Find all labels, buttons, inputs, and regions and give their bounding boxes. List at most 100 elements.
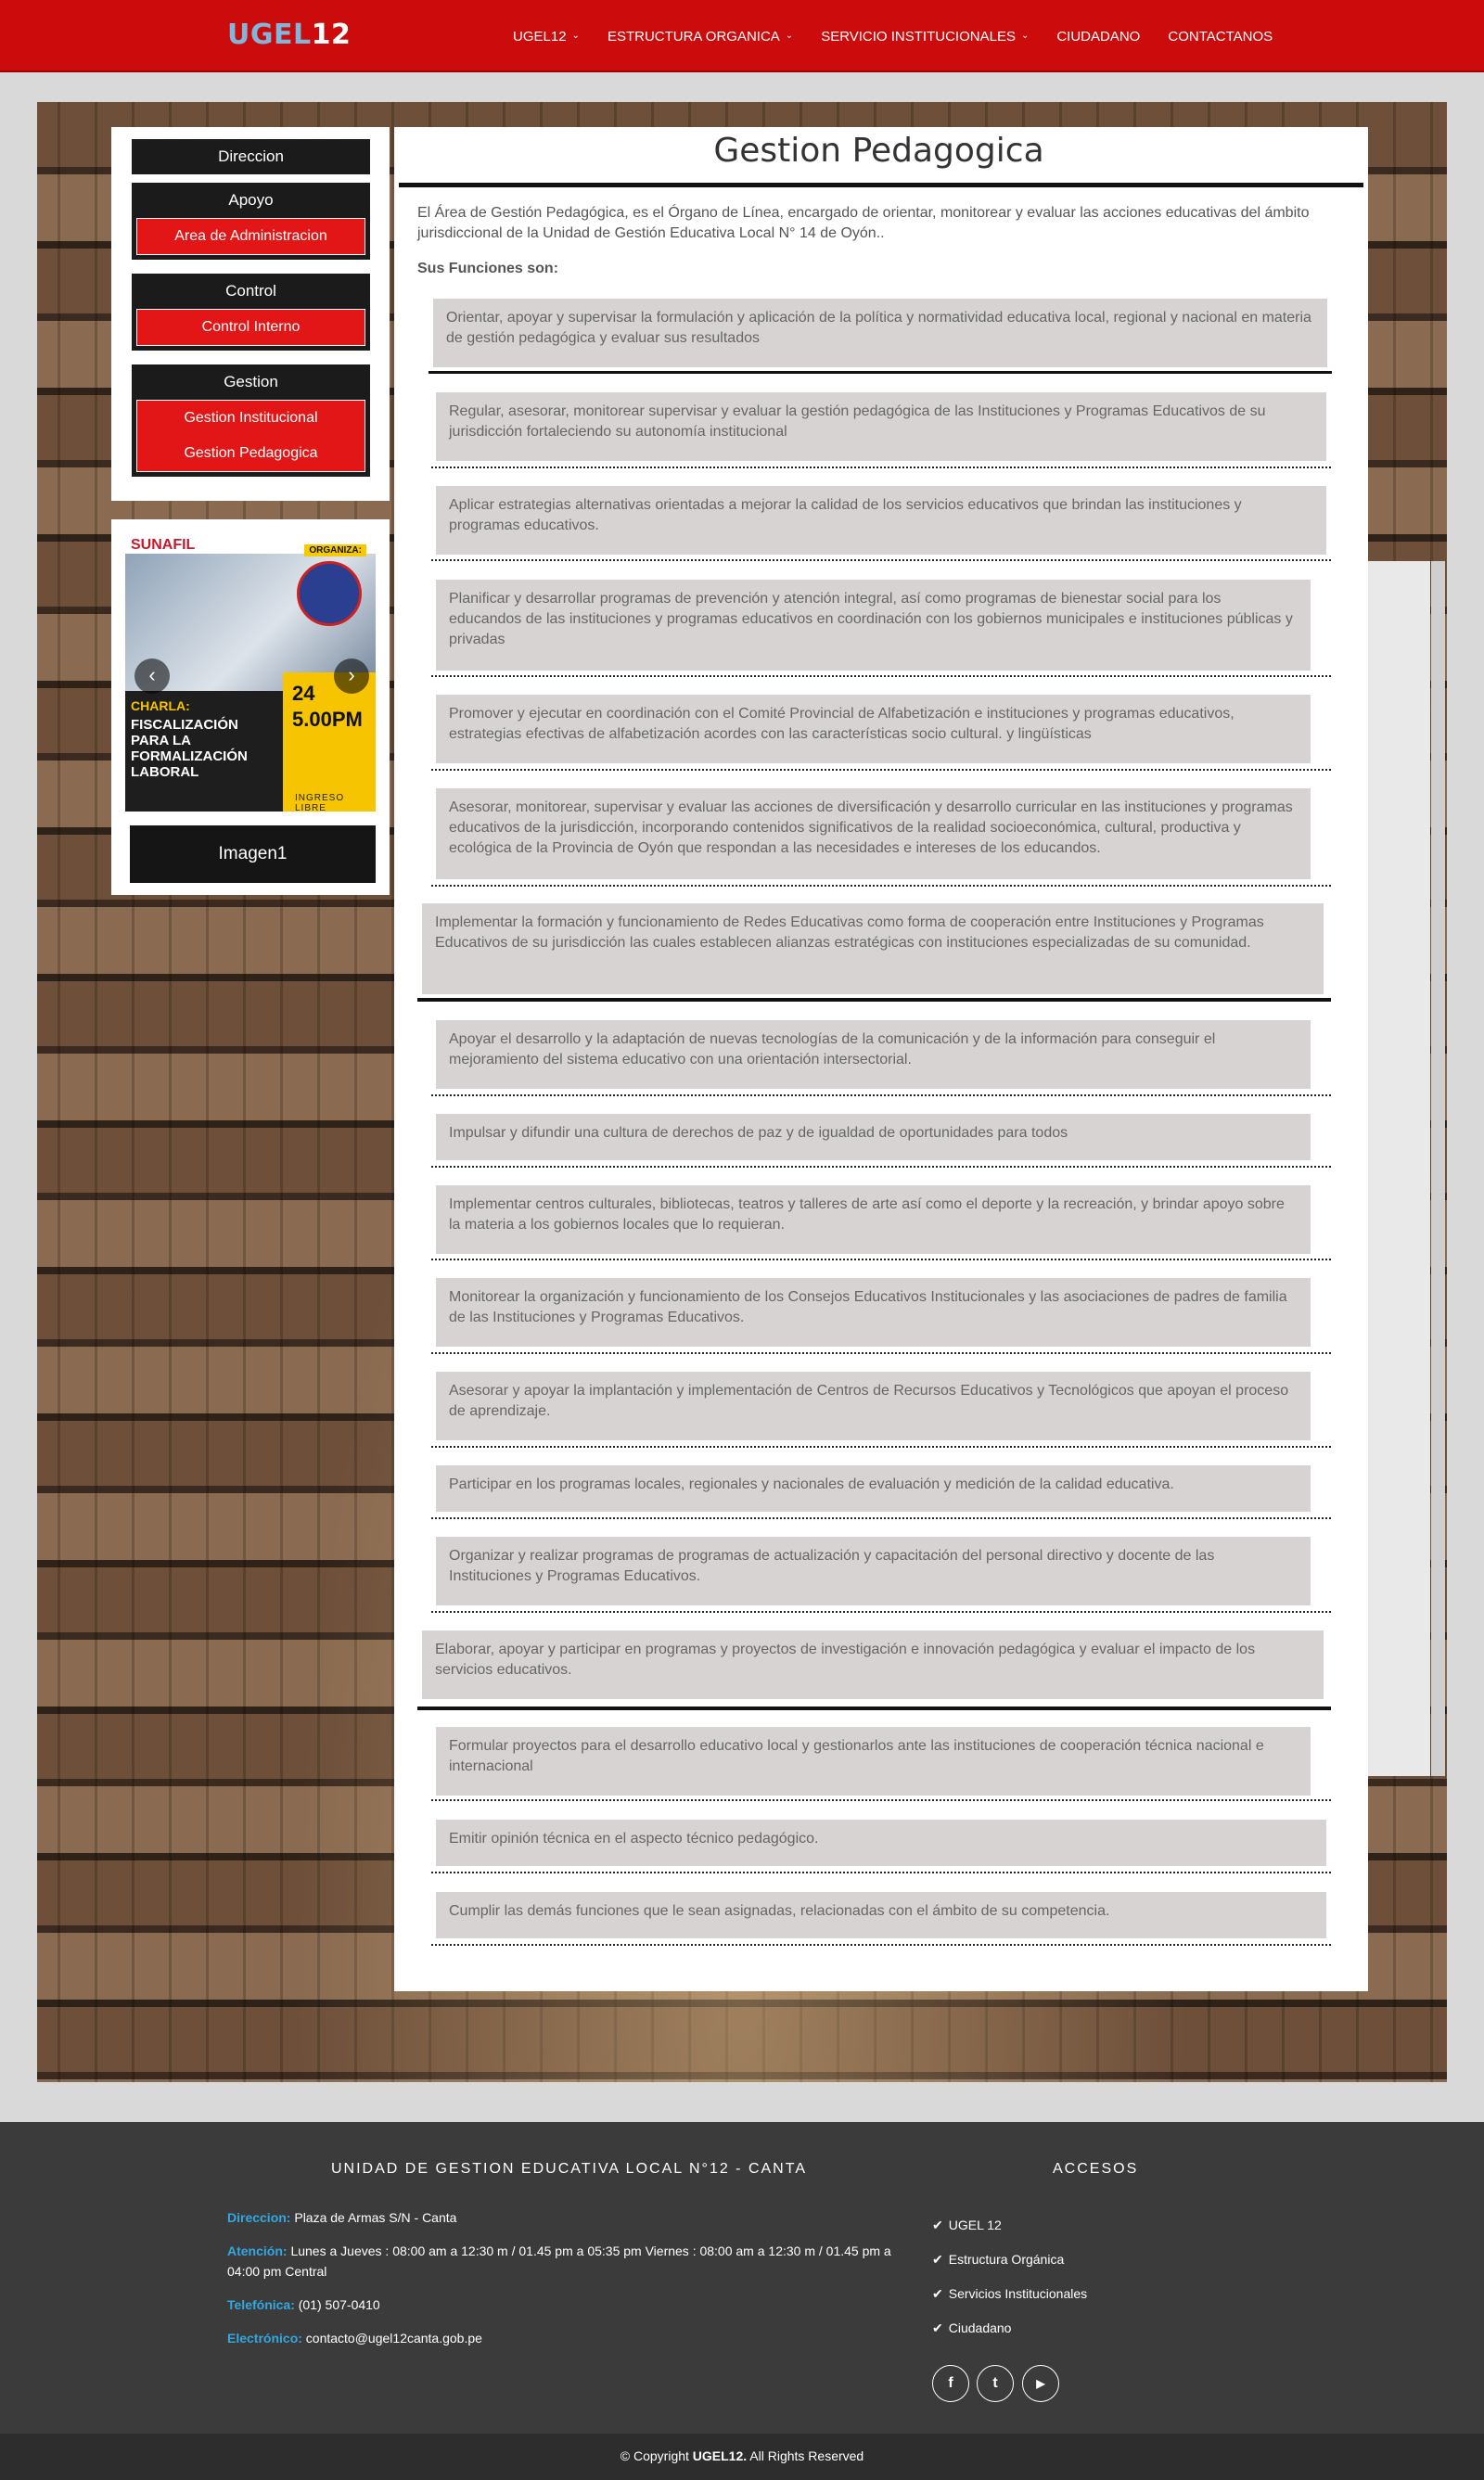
- function-item: Promover y ejecutar en coordinación con …: [436, 695, 1311, 763]
- footer-link-servicios-institucionales[interactable]: ✔ Servicios Institucionales: [932, 2283, 1087, 2318]
- chevron-down-icon: ⌄: [785, 30, 794, 41]
- nav-item-ciudadano[interactable]: CIUDADANO: [1056, 29, 1140, 45]
- nav-item-contactanos[interactable]: CONTACTANOS: [1168, 29, 1273, 45]
- footer-accesos-title: ACCESOS: [1053, 2161, 1139, 2177]
- function-item: Organizar y realizar programas de progra…: [436, 1537, 1311, 1605]
- item-divider: [431, 675, 1331, 677]
- poster-time: 5.00PM: [292, 708, 363, 731]
- function-item: Regular, asesorar, monitorear supervisar…: [436, 392, 1326, 461]
- sidebar-item-direccion[interactable]: Direccion: [132, 139, 370, 174]
- function-item: Cumplir las demás funciones que le sean …: [436, 1892, 1326, 1938]
- sidebar-submenu-apoyo: Area de Administracion: [136, 218, 365, 255]
- function-item: Orientar, apoyar y supervisar la formula…: [433, 299, 1327, 367]
- sidebar-group-control: Control Control Interno: [132, 274, 370, 351]
- right-side-scrollbar[interactable]: [1431, 561, 1445, 1776]
- item-divider: [431, 1944, 1331, 1946]
- top-navbar: UGEL12 UGEL12 ⌄ ESTRUCTURA ORGANICA ⌄ SE…: [0, 0, 1484, 72]
- image-carousel: SUNAFIL ORGANIZA: CHARLA: FISCALIZACIÓN …: [111, 519, 390, 895]
- item-divider: [431, 1094, 1331, 1096]
- function-item: Planificar y desarrollar programas de pr…: [436, 580, 1311, 671]
- footer-accesos-list: ✔ UGEL 12 ✔ Estructura Orgánica ✔ Servicios…: [932, 2215, 1087, 2352]
- nav-item-estructura-organica[interactable]: ESTRUCTURA ORGANICA ⌄: [608, 29, 793, 45]
- function-item: Asesorar y apoyar la implantación y impl…: [436, 1372, 1311, 1440]
- item-divider: [431, 559, 1331, 561]
- footer-address-label: Direccion:: [227, 2210, 291, 2225]
- carousel-prev-button[interactable]: ‹: [134, 658, 170, 694]
- footer-link-label: Ciudadano: [948, 2320, 1012, 2335]
- function-item: Elaborar, apoyar y participar en program…: [422, 1630, 1324, 1699]
- copyright-suffix: All Rights Reserved: [749, 2448, 864, 2463]
- footer-link-label: UGEL 12: [948, 2218, 1002, 2232]
- item-divider: [417, 1707, 1331, 1710]
- right-side-panel: [1358, 561, 1430, 1776]
- site-logo[interactable]: UGEL12: [227, 19, 351, 51]
- main-nav: UGEL12 ⌄ ESTRUCTURA ORGANICA ⌄ SERVICIO …: [513, 0, 1300, 72]
- nav-label: SERVICIO INSTITUCIONALES: [821, 28, 1016, 45]
- sidebar-group-apoyo: Apoyo Area de Administracion: [132, 183, 370, 260]
- footer-hours-value: Lunes a Jueves : 08:00 am a 12:30 m / 01…: [227, 2244, 891, 2279]
- title-divider: [399, 183, 1363, 187]
- poster-charla-label: CHARLA:: [131, 698, 190, 713]
- function-item: Monitorear la organización y funcionamie…: [436, 1278, 1311, 1347]
- footer-address-value: Plaza de Armas S/N - Canta: [294, 2210, 457, 2225]
- copyright-bar: © Copyright UGEL12. All Rights Reserved: [0, 2434, 1484, 2480]
- function-item: Implementar la formación y funcionamient…: [422, 903, 1324, 994]
- poster-title: FISCALIZACIÓN PARA LA FORMALIZACIÓN LABO…: [131, 717, 248, 780]
- twitter-icon[interactable]: t: [977, 2365, 1014, 2402]
- sidebar-group-gestion: Gestion Gestion Institucional Gestion Pe…: [132, 364, 370, 477]
- sidebar-heading-control[interactable]: Control: [132, 274, 370, 309]
- footer-phone: Telefónica: (01) 507-0410: [227, 2295, 895, 2315]
- check-icon: ✔: [932, 2286, 943, 2301]
- functions-heading: Sus Funciones son:: [417, 261, 559, 276]
- youtube-icon[interactable]: ▶: [1022, 2365, 1059, 2402]
- footer-phone-value: (01) 507-0410: [298, 2297, 380, 2312]
- check-icon: ✔: [932, 2252, 943, 2267]
- copyright-prefix: © Copyright: [620, 2448, 689, 2463]
- carousel-caption: Imagen1: [130, 825, 376, 883]
- nav-label: UGEL12: [513, 28, 567, 45]
- footer-phone-label: Telefónica:: [227, 2297, 295, 2312]
- sidebar-item-gestion-institucional[interactable]: Gestion Institucional: [137, 401, 365, 436]
- function-item: Implementar centros culturales, bibliote…: [436, 1185, 1311, 1254]
- poster-day: 24: [292, 682, 315, 705]
- carousel-next-button[interactable]: ›: [334, 658, 369, 694]
- poster-seal-logo: [297, 561, 362, 626]
- intro-paragraph: El Área de Gestión Pedagógica, es el Órg…: [417, 205, 1310, 241]
- function-item: Apoyar el desarrollo y la adaptación de …: [436, 1020, 1311, 1089]
- check-icon: ✔: [932, 2218, 943, 2232]
- footer-link-ciudadano[interactable]: ✔ Ciudadano: [932, 2318, 1087, 2352]
- facebook-icon[interactable]: f: [932, 2365, 969, 2402]
- nav-label: CONTACTANOS: [1168, 28, 1273, 45]
- sidebar-heading-gestion[interactable]: Gestion: [132, 364, 370, 400]
- sidebar-heading-direccion: Direccion: [218, 147, 284, 165]
- item-divider: [429, 371, 1332, 374]
- function-item: Participar en los programas locales, reg…: [436, 1465, 1311, 1512]
- item-divider: [417, 998, 1331, 1002]
- sidebar-item-area-de-administracion[interactable]: Area de Administracion: [137, 219, 365, 254]
- nav-label: ESTRUCTURA ORGANICA: [607, 28, 780, 45]
- function-item: Formular proyectos para el desarrollo ed…: [436, 1727, 1311, 1796]
- footer-link-ugel12[interactable]: ✔ UGEL 12: [932, 2215, 1087, 2249]
- nav-item-servicio-institucionales[interactable]: SERVICIO INSTITUCIONALES ⌄: [821, 29, 1029, 45]
- sidebar-submenu-gestion: Gestion Institucional Gestion Pedagogica: [136, 400, 365, 472]
- sidebar-heading-apoyo[interactable]: Apoyo: [132, 183, 370, 218]
- sidebar-item-gestion-pedagogica[interactable]: Gestion Pedagogica: [137, 436, 365, 471]
- poster-brand: SUNAFIL: [131, 537, 196, 553]
- sidebar-submenu-control: Control Interno: [136, 309, 365, 346]
- footer-link-label: Servicios Institucionales: [948, 2286, 1088, 2301]
- footer-email-value[interactable]: contacto@ugel12canta.gob.pe: [306, 2331, 482, 2346]
- item-divider: [431, 1352, 1331, 1354]
- nav-item-ugel12[interactable]: UGEL12 ⌄: [513, 29, 580, 45]
- sidebar-item-control-interno[interactable]: Control Interno: [137, 310, 365, 345]
- item-divider: [431, 1166, 1331, 1168]
- item-divider: [431, 885, 1331, 887]
- item-divider: [431, 769, 1331, 771]
- footer-title: UNIDAD DE GESTION EDUCATIVA LOCAL N°12 -…: [331, 2161, 807, 2177]
- copyright-brand: UGEL12.: [692, 2448, 748, 2463]
- footer-link-estructura-organica[interactable]: ✔ Estructura Orgánica: [932, 2249, 1087, 2283]
- logo-text-number: 12: [311, 19, 352, 51]
- chevron-down-icon: ⌄: [571, 30, 580, 41]
- nav-label: CIUDADANO: [1056, 28, 1141, 45]
- chevron-down-icon: ⌄: [1020, 30, 1030, 41]
- site-footer: UNIDAD DE GESTION EDUCATIVA LOCAL N°12 -…: [0, 2122, 1484, 2434]
